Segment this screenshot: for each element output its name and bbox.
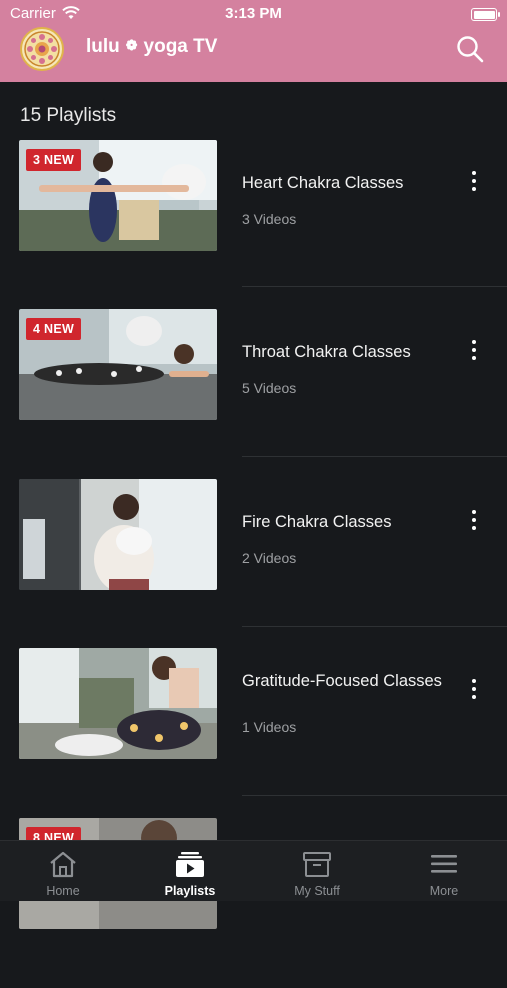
- new-badge: 3 NEW: [26, 149, 82, 171]
- playlist-video-count: 2 Videos: [242, 550, 297, 566]
- bottom-tab-bar: Home Playlists My Stuff More: [0, 840, 507, 901]
- playlists-count: 15 Playlists: [20, 105, 117, 126]
- tab-home[interactable]: Home: [0, 841, 126, 901]
- row-divider: [242, 626, 507, 627]
- playlist-video-count: 3 Videos: [242, 211, 297, 227]
- playlist-row[interactable]: 3 NEW Heart Chakra Classes 3 Videos: [0, 140, 507, 310]
- battery-icon: [471, 8, 500, 21]
- playlist-thumbnail[interactable]: 3 NEW: [19, 140, 217, 251]
- brand-name-right: yoga TV: [143, 36, 218, 57]
- status-time: 3:13 PM: [225, 5, 282, 22]
- tab-playlists[interactable]: Playlists: [127, 841, 253, 901]
- home-icon: [50, 851, 76, 878]
- flower-icon: ❁: [125, 37, 138, 53]
- playlist-thumbnail[interactable]: 4 NEW: [19, 309, 217, 420]
- playlist-title[interactable]: Gratitude-Focused Classes: [242, 671, 442, 692]
- status-bar: Carrier 3:13 PM: [0, 0, 507, 28]
- playlist-video-count: 5 Videos: [242, 380, 297, 396]
- playlist-thumbnail[interactable]: [19, 648, 217, 759]
- playlist-row[interactable]: Fire Chakra Classes 2 Videos: [0, 479, 507, 649]
- tab-label: More: [429, 884, 459, 898]
- search-icon[interactable]: [455, 34, 485, 64]
- more-options-icon[interactable]: [466, 679, 482, 703]
- playlist-row[interactable]: Gratitude-Focused Classes 1 Videos: [0, 648, 507, 818]
- menu-icon: [431, 855, 457, 873]
- tab-my-stuff[interactable]: My Stuff: [254, 841, 380, 901]
- row-divider: [242, 795, 507, 796]
- more-options-icon[interactable]: [466, 171, 482, 195]
- playlists-icon: [176, 852, 204, 877]
- lulu-logo[interactable]: [20, 27, 64, 71]
- more-options-icon[interactable]: [466, 340, 482, 364]
- playlist-title[interactable]: Throat Chakra Classes: [242, 342, 442, 363]
- playlist-title[interactable]: Heart Chakra Classes: [242, 173, 442, 194]
- tab-label: My Stuff: [294, 884, 340, 898]
- playlist-thumbnail[interactable]: [19, 479, 217, 590]
- playlist-row[interactable]: 4 NEW Throat Chakra Classes 5 Videos: [0, 309, 507, 479]
- tab-more[interactable]: More: [381, 841, 507, 901]
- playlist-title[interactable]: Fire Chakra Classes: [242, 512, 442, 533]
- new-badge: 4 NEW: [26, 318, 82, 340]
- playlist-video-count: 1 Videos: [242, 719, 297, 735]
- row-divider: [242, 286, 507, 287]
- brand-title: lulu ❁ yoga TV: [86, 36, 217, 58]
- tab-label: Playlists: [164, 884, 216, 898]
- row-divider: [242, 456, 507, 457]
- brand-name-left: lulu: [86, 36, 120, 57]
- more-options-icon[interactable]: [466, 510, 482, 534]
- tab-label: Home: [46, 884, 80, 898]
- app-header: Carrier 3:13 PM lulu ❁ yoga TV: [0, 0, 507, 82]
- archive-box-icon: [303, 852, 331, 877]
